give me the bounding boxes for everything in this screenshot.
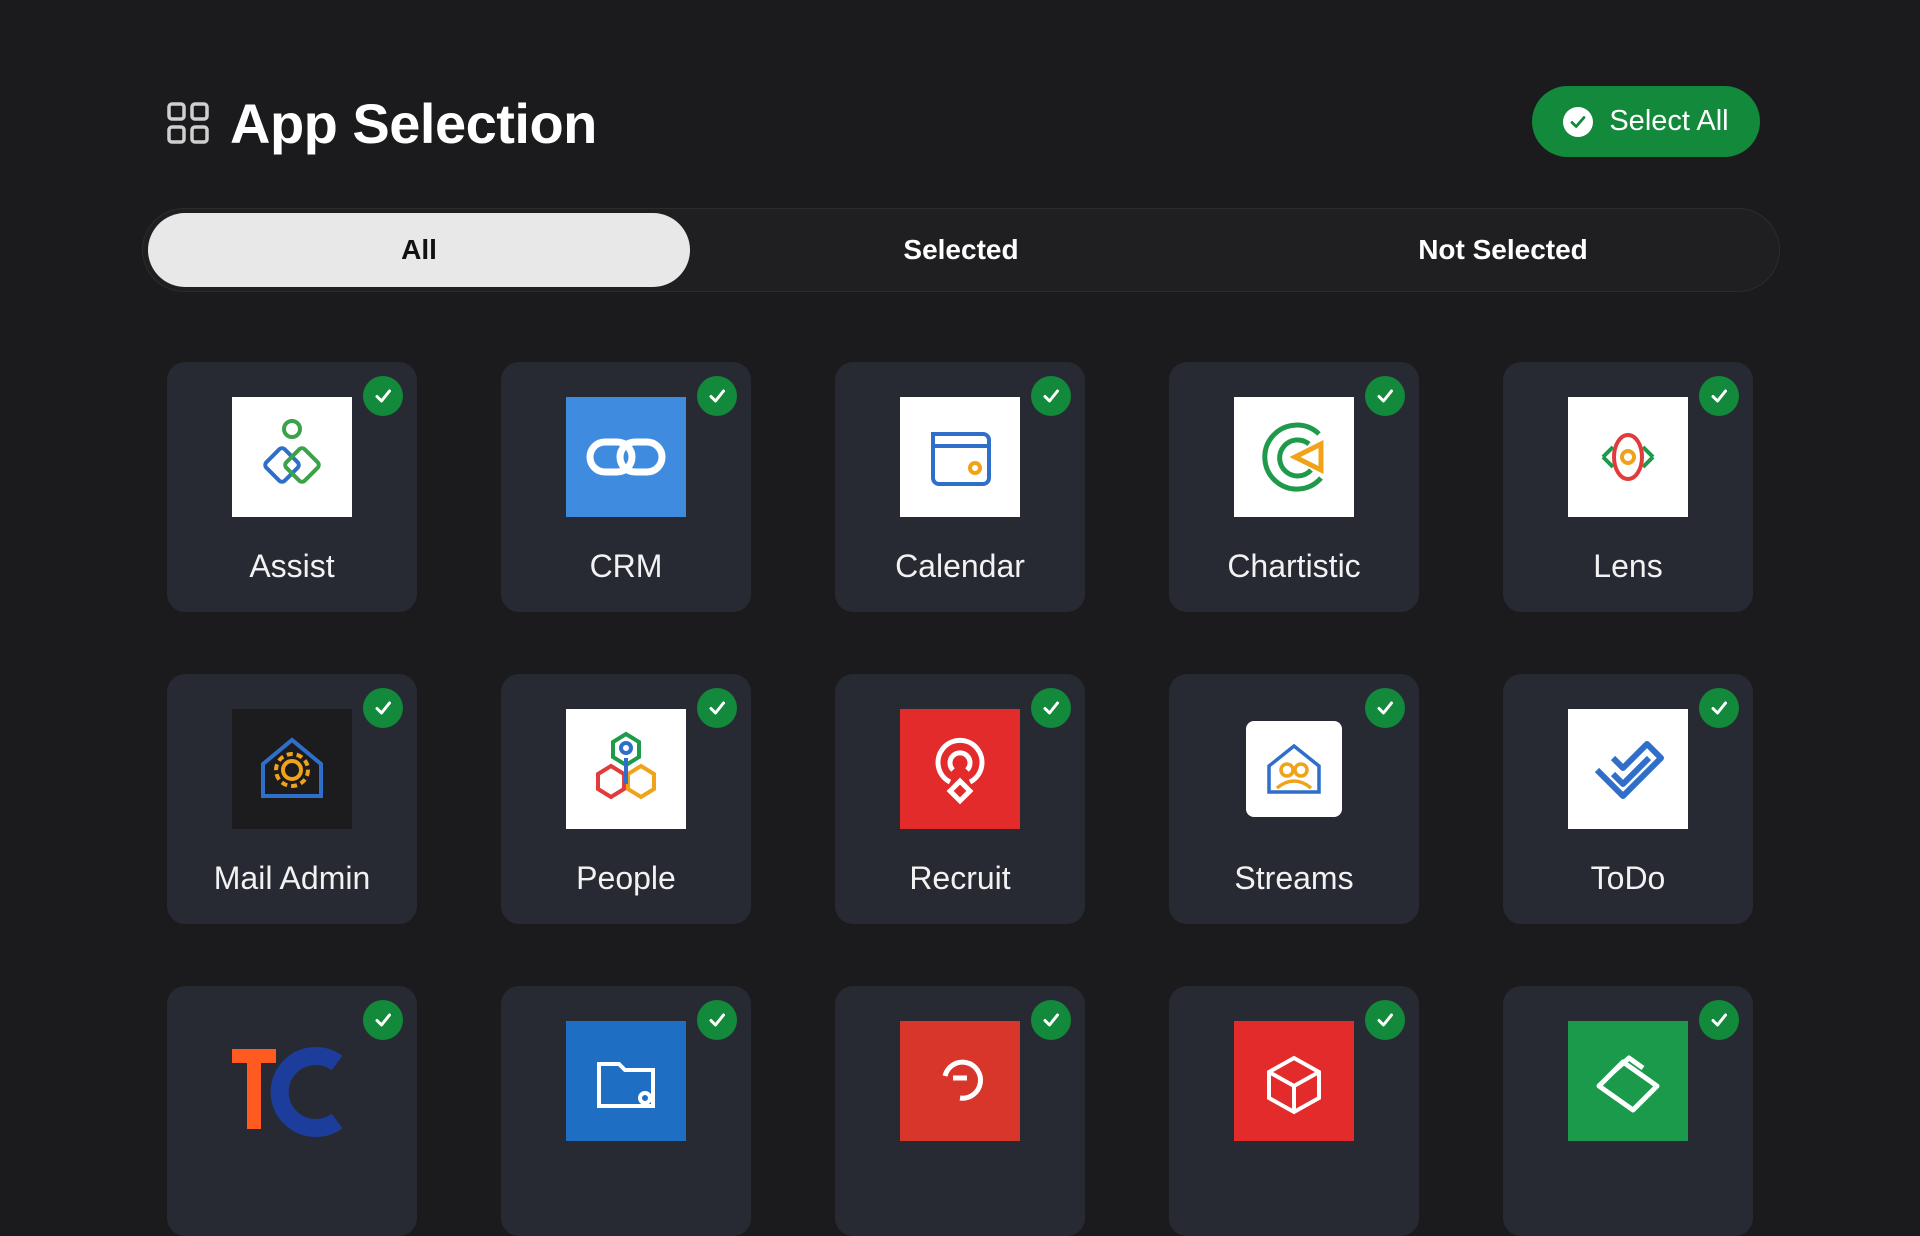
- app-card-red-cube[interactable]: [1169, 986, 1419, 1236]
- green-shape-icon: [1568, 1021, 1688, 1141]
- app-label: Assist: [249, 548, 335, 584]
- app-label: ToDo: [1590, 860, 1666, 896]
- select-all-button[interactable]: Select All: [1532, 86, 1760, 157]
- tab-selected[interactable]: Selected: [690, 213, 1232, 287]
- app-label: Chartistic: [1227, 548, 1361, 584]
- red-cube-icon: [1234, 1021, 1354, 1141]
- app-card-people[interactable]: People: [501, 674, 751, 924]
- app-label: CRM: [589, 548, 663, 584]
- page-header: App Selection: [166, 86, 597, 160]
- app-label: Mail Admin: [213, 860, 371, 896]
- select-all-label: Select All: [1609, 105, 1729, 137]
- app-card-workdrive[interactable]: [501, 986, 751, 1236]
- red-swirl-icon: [900, 1021, 1020, 1141]
- check-circle-icon: [1563, 106, 1594, 137]
- check-icon: [363, 376, 403, 416]
- check-icon: [1365, 1000, 1405, 1040]
- page-title: App Selection: [230, 91, 597, 155]
- app-card-chartistic[interactable]: Chartistic: [1169, 362, 1419, 612]
- tc-icon: [232, 1021, 352, 1141]
- check-icon: [1031, 688, 1071, 728]
- assist-icon: [232, 397, 352, 517]
- app-card-mail-admin[interactable]: Mail Admin: [167, 674, 417, 924]
- check-icon: [697, 376, 737, 416]
- calendar-icon: [900, 397, 1020, 517]
- app-label: Recruit: [909, 860, 1011, 896]
- check-icon: [1365, 688, 1405, 728]
- crm-icon: [566, 397, 686, 517]
- app-card-calendar[interactable]: Calendar: [835, 362, 1085, 612]
- app-card-todo[interactable]: ToDo: [1503, 674, 1753, 924]
- people-icon: [566, 709, 686, 829]
- app-card-tc[interactable]: [167, 986, 417, 1236]
- check-icon: [1031, 376, 1071, 416]
- check-icon: [1699, 688, 1739, 728]
- lens-icon: [1568, 397, 1688, 517]
- streams-icon: [1234, 709, 1354, 829]
- check-icon: [1365, 376, 1405, 416]
- check-icon: [1031, 1000, 1071, 1040]
- app-card-crm[interactable]: CRM: [501, 362, 751, 612]
- app-grid-icon: [166, 101, 210, 145]
- app-card-lens[interactable]: Lens: [1503, 362, 1753, 612]
- tab-not-selected[interactable]: Not Selected: [1232, 213, 1774, 287]
- check-icon: [363, 1000, 403, 1040]
- todo-icon: [1568, 709, 1688, 829]
- workdrive-icon: [566, 1021, 686, 1141]
- app-card-assist[interactable]: Assist: [167, 362, 417, 612]
- app-card-green-shape[interactable]: [1503, 986, 1753, 1236]
- chartistic-icon: [1234, 397, 1354, 517]
- app-card-streams[interactable]: Streams: [1169, 674, 1419, 924]
- check-icon: [697, 1000, 737, 1040]
- recruit-icon: [900, 709, 1020, 829]
- mail-admin-icon: [232, 709, 352, 829]
- app-grid: Assist CRM Calendar Chartistic Lens Mail…: [167, 362, 1753, 1236]
- check-icon: [363, 688, 403, 728]
- tab-all[interactable]: All: [148, 213, 690, 287]
- filter-tabs: All Selected Not Selected: [142, 208, 1780, 292]
- app-label: Lens: [1593, 548, 1663, 584]
- app-label: People: [576, 860, 676, 896]
- app-card-red-swirl[interactable]: [835, 986, 1085, 1236]
- check-icon: [697, 688, 737, 728]
- app-label: Streams: [1234, 860, 1354, 896]
- check-icon: [1699, 1000, 1739, 1040]
- check-icon: [1699, 376, 1739, 416]
- app-card-recruit[interactable]: Recruit: [835, 674, 1085, 924]
- app-label: Calendar: [895, 548, 1025, 584]
